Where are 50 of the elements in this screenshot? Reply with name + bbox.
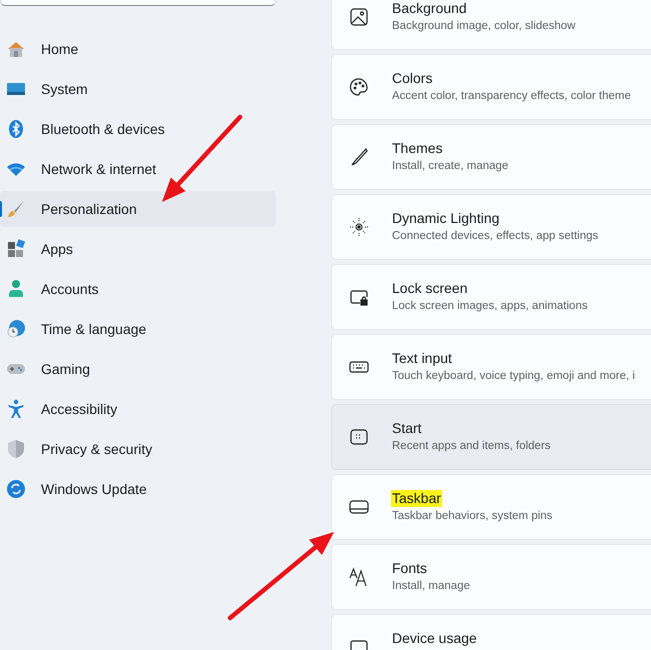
card-title: Taskbar — [391, 490, 442, 507]
settings-card[interactable]: Dynamic Lighting Connected devices, effects, app settings — [331, 194, 651, 260]
settings-card[interactable]: Device usage — [331, 614, 651, 650]
sidebar-item[interactable]: Accounts — [0, 271, 276, 307]
sidebar-item[interactable]: System — [0, 71, 276, 107]
settings-card[interactable]: Themes Install, create, manage — [331, 124, 651, 190]
sidebar-item[interactable]: Apps — [0, 231, 276, 267]
card-title: Themes — [391, 140, 444, 157]
card-title: Background — [391, 0, 468, 17]
card-title: Device usage — [391, 630, 478, 647]
card-description: Connected devices, effects, app settings — [392, 229, 598, 244]
card-description: Background image, color, slideshow — [392, 19, 576, 34]
sidebar-item[interactable]: Bluetooth & devices — [0, 111, 276, 147]
card-title: Lock screen — [391, 280, 468, 297]
card-title: Start — [391, 420, 423, 437]
settings-card[interactable]: Lock screen Lock screen images, apps, animations — [331, 264, 651, 330]
settings-card[interactable]: Start Recent apps and items, folders — [331, 404, 651, 470]
card-title: Colors — [391, 70, 434, 87]
card-description: Install, manage — [392, 579, 470, 594]
card-title: Fonts — [391, 560, 428, 577]
sidebar-item[interactable]: Network & internet — [0, 151, 276, 187]
card-title: Text input — [391, 350, 453, 367]
settings-card[interactable]: Colors Accent color, transparency effects, color theme — [331, 54, 651, 120]
card-description: Recent apps and items, folders — [392, 439, 551, 454]
sidebar-item[interactable]: Accessibility — [0, 391, 276, 427]
settings-card[interactable]: Fonts Install, manage — [331, 544, 651, 610]
card-description: Touch keyboard, voice typing, emoji and more, i — [392, 369, 635, 384]
sidebar-item[interactable]: Windows Update — [0, 471, 276, 507]
shield-icon — [6, 439, 26, 459]
sidebar-item[interactable]: Privacy & security — [0, 431, 276, 467]
sidebar-item[interactable]: Personalization — [0, 191, 276, 227]
card-title: Dynamic Lighting — [391, 210, 500, 227]
settings-card[interactable]: Text input Touch keyboard, voice typing, emoji and more, i — [331, 334, 651, 400]
globe-clock-icon — [6, 319, 26, 339]
person-icon — [6, 279, 26, 299]
house-icon — [6, 39, 26, 59]
apps-icon — [6, 239, 26, 259]
card-description: Taskbar behaviors, system pins — [392, 509, 552, 524]
sidebar-item[interactable]: Gaming — [0, 351, 276, 387]
accessibility-icon — [6, 399, 26, 419]
card-description: Accent color, transparency effects, color theme — [392, 89, 631, 104]
sidebar-item[interactable]: Time & language — [0, 311, 276, 347]
card-description: Install, create, manage — [392, 159, 508, 174]
sun-icon — [349, 217, 371, 237]
sidebar-item[interactable]: Home — [0, 31, 276, 67]
settings-card[interactable]: Taskbar Taskbar behaviors, system pins — [331, 474, 651, 540]
bluetooth-icon — [6, 119, 26, 139]
card-description: Lock screen images, apps, animations — [392, 299, 588, 314]
update-icon — [6, 479, 26, 499]
settings-card[interactable]: Background Background image, color, slideshow — [331, 0, 651, 50]
